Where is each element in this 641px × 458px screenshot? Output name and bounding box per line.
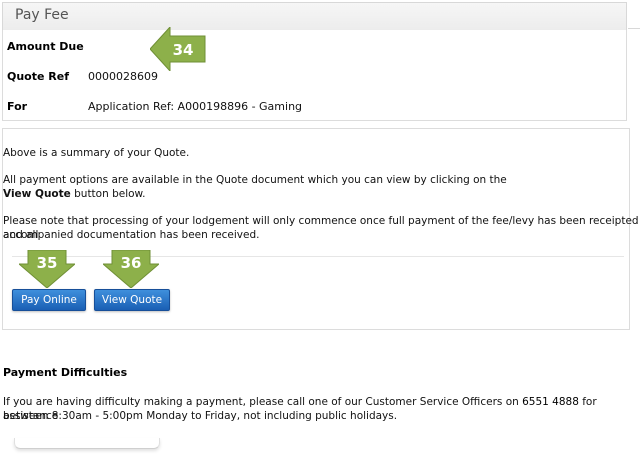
header-edge: [628, 28, 640, 39]
callout-35-label: 35: [37, 254, 58, 272]
for-label: For: [7, 100, 28, 113]
amount-due-label: Amount Due: [7, 40, 84, 53]
payment-difficulties-text-line2: between 8:30am - 5:00pm Monday to Friday…: [3, 410, 398, 422]
callout-36-label: 36: [121, 254, 142, 272]
view-quote-button[interactable]: View Quote: [94, 289, 170, 311]
view-quote-note: View Quote button below.: [3, 187, 146, 201]
bottom-panel-edge: [14, 438, 160, 449]
customer-service-phone: 6551 4888: [522, 396, 579, 408]
callout-34-label: 34: [173, 41, 194, 59]
payment-difficulties-heading: Payment Difficulties: [3, 366, 128, 379]
view-quote-note-rest: button below.: [70, 188, 146, 200]
callout-34-arrow-icon: 34: [150, 27, 206, 71]
quote-ref-label: Quote Ref: [7, 70, 70, 83]
callout-35-arrow-icon: 35: [19, 250, 75, 288]
difficulties-text-part1: If you are having difficulty making a pa…: [3, 396, 523, 408]
processing-note-line2: accompanied documentation has been recei…: [3, 229, 260, 241]
view-quote-emphasis: View Quote: [3, 188, 71, 200]
pay-fee-header: [2, 2, 627, 32]
callout-36-arrow-icon: 36: [103, 250, 159, 288]
payment-options-note: All payment options are available in the…: [3, 174, 507, 186]
pay-online-button[interactable]: Pay Online: [12, 289, 86, 311]
page-title: Pay Fee: [15, 7, 69, 23]
quote-ref-value: 0000028609: [88, 70, 158, 83]
for-value: Application Ref: A000198896 - Gaming: [88, 100, 303, 113]
summary-note: Above is a summary of your Quote.: [3, 147, 190, 159]
